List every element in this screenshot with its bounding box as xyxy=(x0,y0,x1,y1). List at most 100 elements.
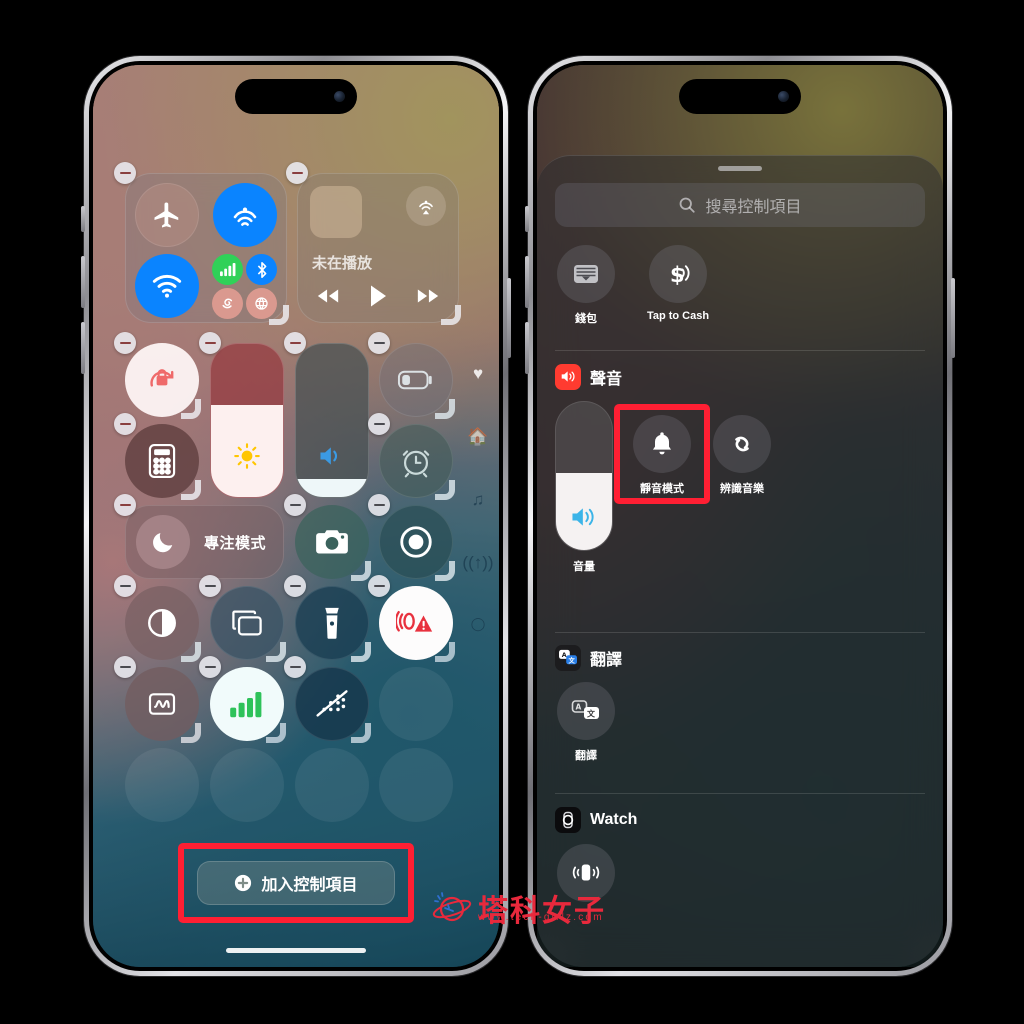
add-control-label: 加入控制項目 xyxy=(261,877,358,894)
personal-hotspot-tile[interactable] xyxy=(212,288,243,319)
remove-rotation-lock-button[interactable] xyxy=(114,332,136,354)
volume-slider[interactable] xyxy=(295,343,369,498)
volume-icon xyxy=(320,447,337,465)
home-icon: 🏠 xyxy=(467,427,489,446)
resize-driving-focus-handle[interactable] xyxy=(351,723,371,743)
search-controls-field[interactable]: 搜尋控制項目 xyxy=(555,183,925,227)
control-label: 翻譯 xyxy=(575,750,597,762)
remove-connectivity-button[interactable] xyxy=(114,162,136,184)
fast-forward-button[interactable] xyxy=(416,287,440,305)
empty-slot xyxy=(379,667,453,741)
resize-calculator-handle[interactable] xyxy=(181,480,201,500)
volume-up-button[interactable] xyxy=(525,256,529,308)
control-item-wallet[interactable]: 錢包 xyxy=(555,245,617,326)
empty-slot xyxy=(295,748,369,822)
volume-up-button[interactable] xyxy=(81,256,85,308)
resize-dark-mode-handle[interactable] xyxy=(181,642,201,662)
power-button[interactable] xyxy=(507,278,511,358)
remove-dark-mode-button[interactable] xyxy=(114,575,136,597)
bell-icon xyxy=(633,414,691,473)
resize-rotation-lock-handle[interactable] xyxy=(181,399,201,419)
control-item-silent-mode[interactable]: 靜音模式 xyxy=(631,414,693,496)
search-placeholder: 搜尋控制項目 xyxy=(705,199,802,216)
control-row: 錢包 $ Tap to Cash xyxy=(555,245,925,326)
screen-left: ♥ 🏠 ♫ ((↑)) ◯ 未在播放 專注模式 加入控制項目 xyxy=(93,65,499,967)
play-button[interactable] xyxy=(368,284,388,308)
resize-camera-handle[interactable] xyxy=(351,561,371,581)
moon-icon xyxy=(136,515,190,569)
svg-text:A: A xyxy=(576,703,582,712)
remove-focus-mode-button[interactable] xyxy=(114,494,136,516)
speaker-app-icon xyxy=(555,363,581,390)
volume-slider-icon[interactable] xyxy=(555,400,613,551)
remove-low-power-button[interactable] xyxy=(368,332,390,354)
resize-screen-mirroring-handle[interactable] xyxy=(266,642,286,662)
control-item-translate[interactable]: A 文 翻譯 xyxy=(555,682,617,763)
resize-timer-handle[interactable] xyxy=(435,480,455,500)
remove-media-button[interactable] xyxy=(286,162,308,184)
section-divider xyxy=(555,350,925,351)
remove-timer-button[interactable] xyxy=(368,413,390,435)
remove-sound-recognition-button[interactable] xyxy=(114,656,136,678)
iphone-right: 搜尋控制項目 錢包 $ Tap to Cash 聲音 音量 靜音模式 辨識音樂 … xyxy=(525,56,955,976)
resize-media-handle[interactable] xyxy=(441,305,461,325)
control-center-edit-grid: 未在播放 專注模式 xyxy=(93,65,499,967)
cellular-data-tile[interactable] xyxy=(212,254,243,285)
translate-app-icon: A 文 xyxy=(555,645,581,671)
resize-cellular-signal-handle[interactable] xyxy=(266,723,286,743)
remove-driving-focus-button[interactable] xyxy=(284,656,306,678)
resize-sound-recognition-handle[interactable] xyxy=(181,723,201,743)
brightness-slider[interactable] xyxy=(210,343,284,498)
control-item-tap-to-cash[interactable]: $ Tap to Cash xyxy=(647,245,709,326)
remove-volume-button[interactable] xyxy=(284,332,306,354)
bluetooth-tile[interactable] xyxy=(246,254,277,285)
airplay-tile[interactable] xyxy=(406,186,446,226)
plus-circle-icon xyxy=(235,874,252,892)
section-header-watch: Watch xyxy=(555,806,925,833)
remove-brightness-button[interactable] xyxy=(199,332,221,354)
wifi-tile[interactable] xyxy=(135,254,199,318)
airdrop-tile[interactable] xyxy=(213,183,277,247)
wallet-icon xyxy=(557,245,615,303)
circle-icon: ◯ xyxy=(470,616,486,631)
watermark-text: 塔科女子 xyxy=(478,894,606,929)
sheet-grabber[interactable] xyxy=(718,166,762,171)
control-row: A 文 翻譯 xyxy=(555,682,925,763)
rewind-button[interactable] xyxy=(316,287,340,305)
heart-icon: ♥ xyxy=(472,364,484,383)
remove-crash-detection-button[interactable] xyxy=(368,575,390,597)
remove-screen-mirroring-button[interactable] xyxy=(199,575,221,597)
home-indicator[interactable] xyxy=(226,948,366,953)
volume-down-button[interactable] xyxy=(525,322,529,374)
volume-down-button[interactable] xyxy=(81,322,85,374)
connectivity-module[interactable] xyxy=(125,173,287,323)
front-camera-icon xyxy=(334,91,345,102)
control-item-volume[interactable]: 音量 xyxy=(555,400,613,574)
power-button[interactable] xyxy=(951,278,955,358)
control-item-recognize-music[interactable]: 辨識音樂 xyxy=(711,414,773,496)
resize-screen-record-handle[interactable] xyxy=(435,561,455,581)
mute-switch[interactable] xyxy=(525,206,529,232)
remove-camera-button[interactable] xyxy=(284,494,306,516)
resize-connectivity-handle[interactable] xyxy=(269,305,289,325)
empty-slot xyxy=(379,748,453,822)
section-header-translate: A 文 翻譯 xyxy=(555,645,925,671)
dynamic-island xyxy=(235,79,357,114)
shazam-icon xyxy=(713,414,771,473)
music-note-icon: ♫ xyxy=(471,490,485,509)
resize-low-power-handle[interactable] xyxy=(435,399,455,419)
resize-crash-detection-handle[interactable] xyxy=(435,642,455,662)
section-header-sound: 聲音 xyxy=(555,363,925,390)
media-module[interactable]: 未在播放 xyxy=(297,173,459,323)
remove-screen-record-button[interactable] xyxy=(368,494,390,516)
resize-flashlight-handle[interactable] xyxy=(351,642,371,662)
airplane-mode-tile[interactable] xyxy=(135,183,199,247)
focus-mode-tile[interactable]: 專注模式 xyxy=(125,505,284,579)
remove-calculator-button[interactable] xyxy=(114,413,136,435)
dynamic-island xyxy=(679,79,801,114)
album-art-placeholder xyxy=(310,186,362,238)
mute-switch[interactable] xyxy=(81,206,85,232)
add-control-button[interactable]: 加入控制項目 xyxy=(197,861,395,905)
remove-flashlight-button[interactable] xyxy=(284,575,306,597)
remove-cellular-signal-button[interactable] xyxy=(199,656,221,678)
